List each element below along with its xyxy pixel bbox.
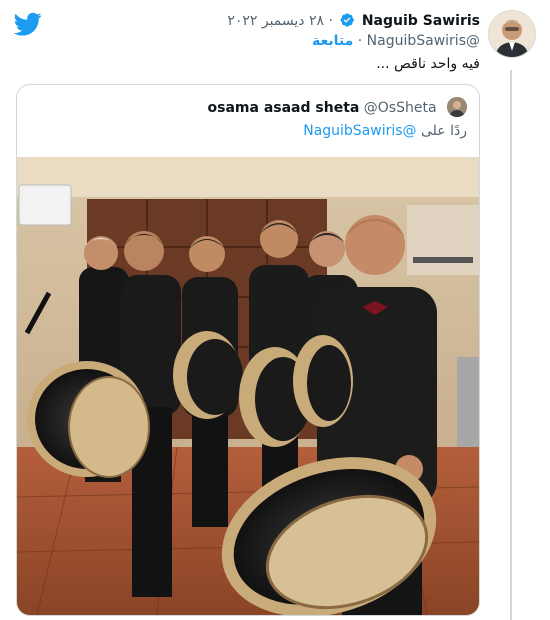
quoted-photo[interactable] <box>17 157 479 615</box>
quoted-avatar <box>447 97 467 117</box>
author-name[interactable]: Naguib Sawiris <box>362 13 480 29</box>
handle-row: @NaguibSawiris · متابعة <box>312 33 480 49</box>
quoted-author-name[interactable]: osama asaad sheta <box>208 100 360 116</box>
tweet-card: Naguib Sawiris · ٢٨ ديسمبر ٢٠٢٢ @NaguibS… <box>0 0 550 620</box>
thread-rail <box>510 70 512 620</box>
quoted-reply-context: ردًا على @NaguibSawiris <box>303 123 467 139</box>
tweet-text: فيه واحد ناقص ... <box>376 56 480 72</box>
reply-handle[interactable]: @NaguibSawiris <box>303 123 416 139</box>
twitter-logo-icon[interactable] <box>14 10 42 38</box>
quoted-tweet[interactable]: osama asaad sheta @OsSheta ردًا على @Nag… <box>16 84 480 616</box>
tweet-separator: · <box>328 13 333 29</box>
follow-button[interactable]: متابعة <box>312 33 353 49</box>
quoted-header: osama asaad sheta @OsSheta <box>208 97 467 117</box>
author-avatar[interactable] <box>488 10 536 58</box>
tweet-header: Naguib Sawiris · ٢٨ ديسمبر ٢٠٢٢ <box>227 12 480 30</box>
reply-prefix: ردًا على <box>421 123 467 139</box>
quoted-author-handle[interactable]: @OsSheta <box>364 100 437 116</box>
author-handle[interactable]: @NaguibSawiris <box>367 33 480 49</box>
verified-badge-icon <box>340 13 355 27</box>
tweet-date[interactable]: ٢٨ ديسمبر ٢٠٢٢ <box>227 13 324 29</box>
